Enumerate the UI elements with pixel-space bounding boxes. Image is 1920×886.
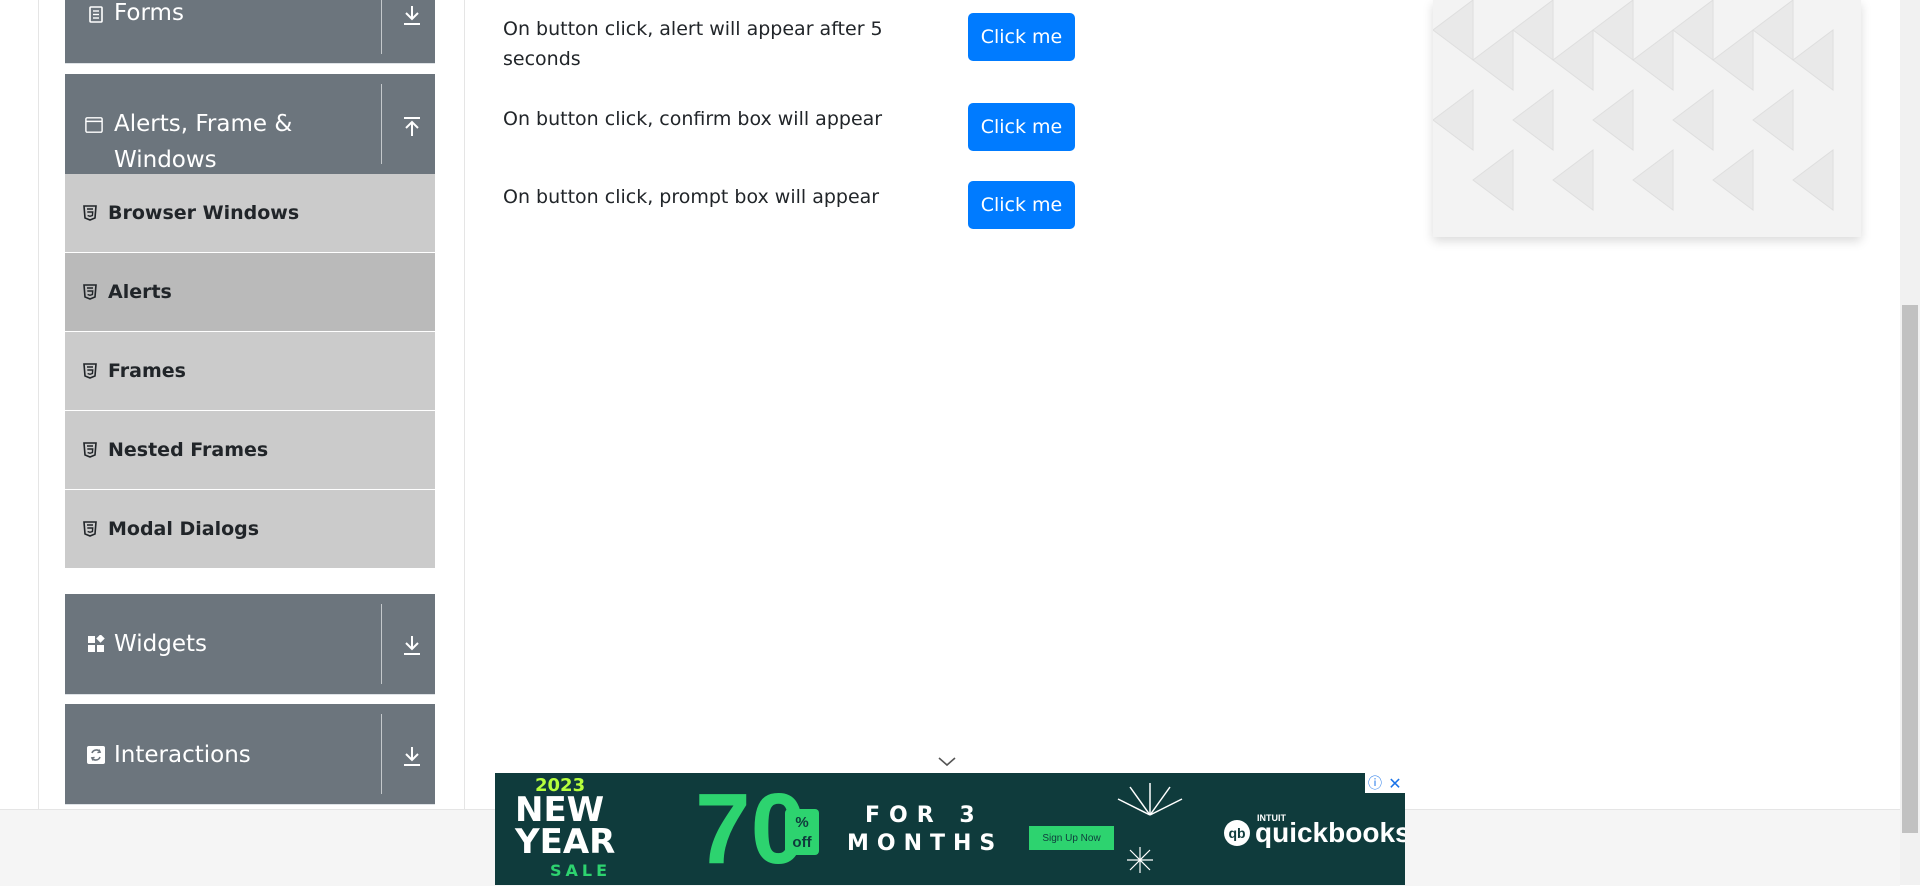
group-divider: [381, 84, 382, 164]
sidebar-item-alerts[interactable]: Alerts: [65, 253, 435, 332]
group-header-forms[interactable]: Forms: [65, 0, 435, 64]
sidebar-item-label: Frames: [108, 360, 186, 382]
html5-icon: [83, 521, 97, 537]
alert-row-text: On button click, alert will appear after…: [503, 18, 883, 70]
ad-info-icon[interactable]: ⓘ: [1365, 773, 1385, 793]
group-title-alerts-line1: Alerts, Frame &: [114, 111, 293, 137]
sparkle-icon: [1127, 847, 1153, 873]
advertisement-banner[interactable]: 2023 NEW YEAR SALE 70 % off FOR 3 MONTHS…: [495, 773, 1405, 885]
ad-months-text: MONTHS: [847, 831, 1004, 856]
sidebar-item-browser-windows[interactable]: Browser Windows: [65, 174, 435, 253]
group-title-alerts-line2: Windows: [114, 147, 217, 173]
ad-signup-button[interactable]: Sign Up Now: [1029, 826, 1114, 850]
html5-icon: [83, 205, 97, 221]
html5-icon: [83, 363, 97, 379]
prompt-row-text: On button click, prompt box will appear: [503, 186, 880, 208]
document-icon: [87, 5, 105, 23]
sidebar-right-border: [464, 0, 465, 810]
decorative-pattern-panel: [1433, 0, 1861, 237]
firework-icon: [1117, 783, 1183, 816]
sidebar-item-modal-dialogs[interactable]: Modal Dialogs: [65, 490, 435, 569]
ad-year-word: YEAR: [515, 822, 616, 862]
scrollbar-thumb[interactable]: [1902, 305, 1918, 833]
download-arrow-icon[interactable]: [401, 745, 423, 767]
alerts-submenu: Browser Windows Alerts Frames Nested Fra…: [65, 174, 435, 569]
group-title-interactions: Interactions: [114, 742, 251, 768]
group-header-widgets[interactable]: Widgets: [65, 594, 435, 695]
ad-for-text: FOR 3: [865, 803, 984, 828]
page-left-border: [38, 0, 39, 810]
prompt-button[interactable]: Click me: [968, 181, 1075, 229]
group-title-widgets: Widgets: [114, 631, 207, 657]
sidebar-item-frames[interactable]: Frames: [65, 332, 435, 411]
group-divider: [381, 0, 382, 54]
refresh-square-icon: [87, 746, 105, 764]
group-header-interactions[interactable]: Interactions: [65, 704, 435, 805]
sidebar-item-label: Modal Dialogs: [108, 518, 260, 540]
download-arrow-icon[interactable]: [401, 4, 423, 26]
ad-close-icon[interactable]: ✕: [1385, 773, 1405, 793]
group-header-alerts-frame-windows[interactable]: Alerts, Frame & Windows: [65, 74, 435, 175]
chevron-down-icon[interactable]: [937, 755, 957, 769]
confirm-row-text: On button click, confirm box will appear: [503, 108, 883, 130]
sidebar-item-label: Alerts: [108, 281, 172, 303]
triangle-pattern-icon: [1433, 0, 1834, 211]
ad-brand: quickbooks: [1255, 817, 1405, 848]
alert-button[interactable]: Click me: [968, 13, 1075, 61]
confirm-button[interactable]: Click me: [968, 103, 1075, 151]
sidebar-item-label: Nested Frames: [108, 439, 269, 461]
group-divider: [381, 604, 382, 684]
group-title-forms: Forms: [114, 0, 184, 26]
ad-sale: SALE: [550, 861, 612, 880]
ad-percent-badge: % off: [785, 809, 819, 855]
upload-arrow-icon[interactable]: [401, 116, 423, 138]
ad-percent-sign: %: [795, 814, 809, 831]
sidebar-item-label: Browser Windows: [108, 202, 300, 224]
sidebar-item-nested-frames[interactable]: Nested Frames: [65, 411, 435, 490]
ad-off: off: [792, 834, 812, 851]
group-divider: [381, 714, 382, 794]
html5-icon: [83, 442, 97, 458]
window-icon: [85, 116, 103, 134]
download-arrow-icon[interactable]: [401, 634, 423, 656]
quickbooks-logo-icon: qb: [1224, 820, 1250, 846]
widgets-grid-icon: [87, 635, 105, 653]
svg-text:qb: qb: [1228, 825, 1245, 841]
html5-icon: [83, 284, 97, 300]
